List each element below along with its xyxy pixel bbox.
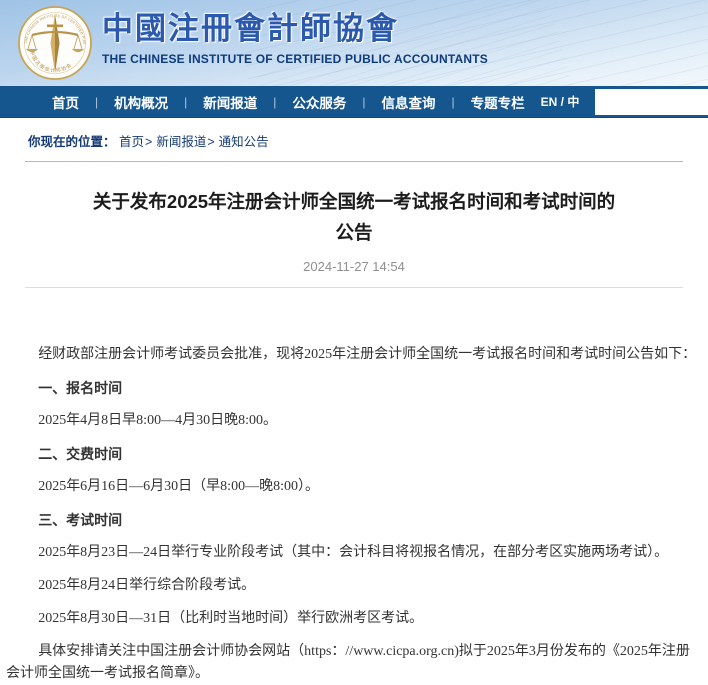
lang-separator: / bbox=[557, 95, 567, 109]
article-body: 经财政部注册会计师考试委员会批准，现将2025年注册会计师全国统一考试报名时间和… bbox=[0, 288, 708, 685]
lang-zh-link[interactable]: 中 bbox=[567, 95, 579, 109]
breadcrumb: 你现在的位置： 首页>新闻报道>通知公告 bbox=[25, 118, 683, 162]
section-heading: 三、考试时间 bbox=[6, 509, 702, 531]
search-box bbox=[595, 89, 708, 115]
paragraph: 2025年6月16日—6月30日（早8:00—晚8:00）。 bbox=[6, 476, 702, 498]
nav-item-0[interactable]: 首页 bbox=[36, 92, 95, 112]
language-switcher: EN / 中 bbox=[541, 93, 580, 110]
article: 关于发布2025年注册会计师全国统一考试报名时间和考试时间的公告 2024-11… bbox=[0, 186, 708, 685]
breadcrumb-item-2[interactable]: 通知公告 bbox=[219, 135, 269, 149]
breadcrumb-label: 你现在的位置： bbox=[28, 135, 116, 149]
nav-menu: 首页|机构概况|新闻报道|公众服务|信息查询|专题专栏 bbox=[36, 92, 541, 112]
page-title: 关于发布2025年注册会计师全国统一考试报名时间和考试时间的公告 bbox=[87, 186, 622, 248]
section-heading: 二、交费时间 bbox=[6, 443, 702, 465]
nav-item-2[interactable]: 新闻报道 bbox=[187, 92, 273, 112]
paragraph: 2025年8月30日—31日（比利时当地时间）举行欧洲考区考试。 bbox=[6, 608, 702, 630]
cicpa-logo: THE CHINESE INSTITUTE OF CERTIFIED PUBLI… bbox=[17, 5, 93, 81]
org-names: 中國注冊會計師協會 THE CHINESE INSTITUTE OF CERTI… bbox=[102, 9, 488, 66]
publish-date: 2024-11-27 14:54 bbox=[0, 259, 708, 274]
paragraph: 2025年4月8日早8:00—4月30日晚8:00。 bbox=[6, 410, 702, 432]
lang-en-link[interactable]: EN bbox=[541, 95, 558, 109]
nav-item-3[interactable]: 公众服务 bbox=[276, 92, 362, 112]
nav-item-5[interactable]: 专题专栏 bbox=[455, 92, 541, 112]
paragraph: 经财政部注册会计师考试委员会批准，现将2025年注册会计师全国统一考试报名时间和… bbox=[6, 344, 702, 366]
org-name-chinese: 中國注冊會計師協會 bbox=[102, 9, 488, 49]
site-header: THE CHINESE INSTITUTE OF CERTIFIED PUBLI… bbox=[0, 0, 708, 86]
breadcrumb-separator: > bbox=[145, 135, 152, 149]
breadcrumb-item-1[interactable]: 新闻报道 bbox=[156, 135, 206, 149]
section-heading: 一、报名时间 bbox=[6, 377, 702, 399]
org-name-english: THE CHINESE INSTITUTE OF CERTIFIED PUBLI… bbox=[102, 52, 488, 66]
paragraph: 2025年8月24日举行综合阶段考试。 bbox=[6, 575, 702, 597]
scales-emblem-icon: THE CHINESE INSTITUTE OF CERTIFIED PUBLI… bbox=[17, 5, 93, 81]
breadcrumb-separator: > bbox=[207, 135, 214, 149]
breadcrumb-links: 首页>新闻报道>通知公告 bbox=[119, 135, 269, 149]
paragraph: 2025年8月23日—24日举行专业阶段考试（其中：会计科目将视报名情况，在部分… bbox=[6, 542, 702, 564]
main-navbar: 首页|机构概况|新闻报道|公众服务|信息查询|专题专栏 EN / 中 bbox=[0, 86, 708, 118]
paragraph: 具体安排请关注中国注册会计师协会网站（https：//www.cicpa.org… bbox=[6, 641, 702, 685]
search-input[interactable] bbox=[595, 89, 708, 115]
nav-item-1[interactable]: 机构概况 bbox=[98, 92, 184, 112]
breadcrumb-item-0[interactable]: 首页 bbox=[119, 135, 144, 149]
nav-item-4[interactable]: 信息查询 bbox=[366, 92, 452, 112]
